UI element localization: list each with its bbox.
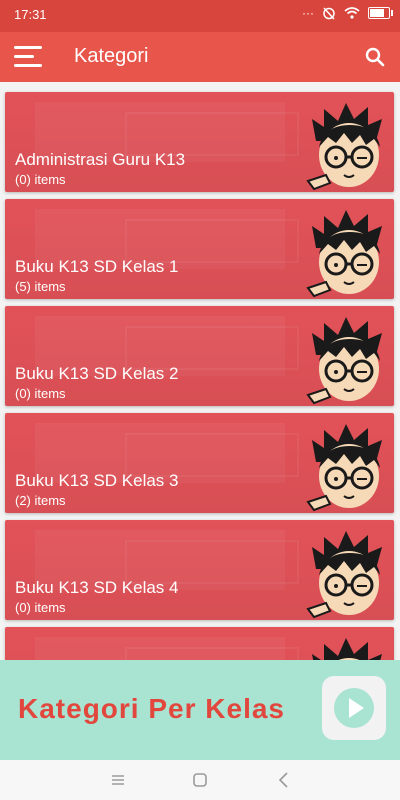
category-title: Administrasi Guru K13 bbox=[15, 150, 186, 169]
banner-text: Kategori Per Kelas bbox=[18, 693, 285, 724]
category-card[interactable]: Buku K13 SD Kelas 1 (5) items bbox=[5, 199, 394, 299]
wifi-icon bbox=[344, 7, 360, 19]
category-count: (0) items bbox=[15, 600, 66, 615]
category-title: Buku K13 SD Kelas 1 bbox=[15, 257, 179, 276]
category-count: (5) items bbox=[15, 279, 66, 294]
play-icon bbox=[334, 688, 374, 728]
home-icon[interactable] bbox=[188, 768, 212, 792]
category-count: (0) items bbox=[15, 172, 66, 187]
hamburger-menu-icon[interactable] bbox=[14, 46, 42, 68]
category-list: Administrasi Guru K13 (0) items Buku K13… bbox=[0, 82, 400, 662]
mascot-icon bbox=[306, 103, 382, 191]
alarm-off-icon bbox=[323, 7, 335, 20]
back-icon[interactable] bbox=[272, 768, 296, 792]
status-icons: ··· bbox=[302, 6, 393, 20]
play-store-button[interactable] bbox=[322, 676, 386, 740]
category-count: (0) items bbox=[15, 386, 66, 401]
search-icon[interactable] bbox=[364, 46, 386, 68]
category-count: (2) items bbox=[15, 493, 66, 508]
mascot-icon bbox=[306, 424, 382, 512]
category-card[interactable]: Buku K13 SD Kelas 4 (0) items bbox=[5, 520, 394, 620]
battery-icon bbox=[368, 7, 393, 19]
more-notifications-icon: ··· bbox=[302, 6, 314, 20]
category-title: Buku K13 SD Kelas 2 bbox=[15, 364, 179, 383]
category-title: Buku K13 SD Kelas 3 bbox=[15, 471, 179, 490]
mascot-icon bbox=[306, 531, 382, 619]
app-bar: Kategori bbox=[0, 32, 400, 82]
status-bar: 17:31 ··· bbox=[0, 0, 400, 32]
mascot-icon bbox=[306, 317, 382, 405]
mascot-icon bbox=[312, 638, 382, 662]
recent-apps-icon[interactable] bbox=[106, 768, 130, 792]
promo-banner[interactable]: Kategori Per Kelas bbox=[0, 660, 400, 760]
status-time: 17:31 bbox=[14, 7, 47, 22]
system-nav-bar bbox=[0, 760, 400, 800]
category-card[interactable]: Buku K13 SD Kelas 2 (0) items bbox=[5, 306, 394, 406]
category-card[interactable]: Buku K13 SD Kelas 3 (2) items bbox=[5, 413, 394, 513]
category-card[interactable]: Administrasi Guru K13 (0) items bbox=[5, 92, 394, 192]
category-card[interactable] bbox=[5, 627, 394, 662]
page-title: Kategori bbox=[74, 45, 149, 67]
mascot-icon bbox=[306, 210, 382, 298]
category-title: Buku K13 SD Kelas 4 bbox=[15, 578, 179, 597]
